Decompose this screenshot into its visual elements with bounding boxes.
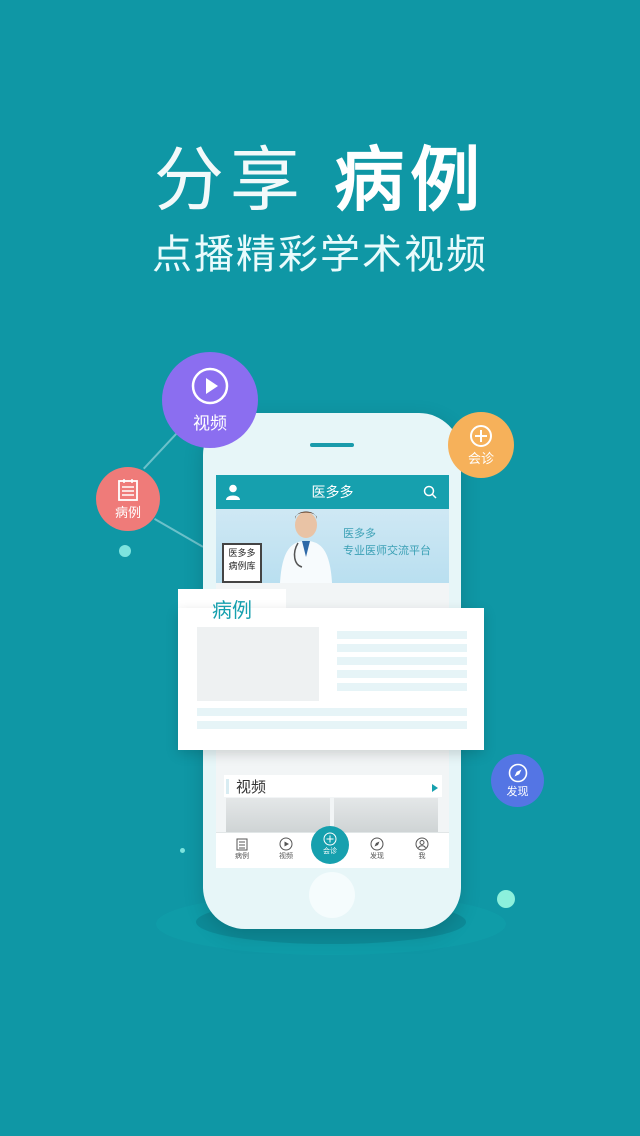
section-marker: [226, 778, 229, 794]
search-icon[interactable]: [423, 485, 437, 499]
consult-bubble-label: 会诊: [467, 451, 494, 467]
banner-slogan: 专业医师交流平台: [343, 544, 431, 557]
tab-me[interactable]: 我: [400, 837, 444, 861]
video-thumbnail[interactable]: [226, 798, 330, 832]
video-bubble[interactable]: 视频: [162, 352, 258, 448]
video-bubble-label: 视频: [193, 413, 227, 434]
video-section-header[interactable]: 视频: [224, 775, 442, 797]
case-card-line: [337, 670, 467, 678]
compass-icon: [370, 837, 384, 851]
tab-discover[interactable]: 发现: [355, 837, 399, 861]
user-icon[interactable]: [226, 484, 240, 500]
case-card-line: [337, 631, 467, 639]
case-card-line: [197, 721, 467, 729]
case-card-title: 病例: [212, 598, 252, 622]
case-card-line: [197, 708, 467, 716]
tab-cases[interactable]: 病例: [220, 837, 264, 861]
hero-title-light: 分享: [153, 139, 306, 221]
cases-bubble[interactable]: 病例: [96, 467, 160, 531]
case-card-line: [337, 657, 467, 665]
hero-title-bold: 病例: [334, 139, 487, 221]
case-card-line: [337, 683, 467, 691]
banner[interactable]: 医多多 病例库 医多多 专业医师交流平台: [216, 509, 449, 583]
tab-label: 视频: [279, 852, 293, 860]
tab-consult[interactable]: 会诊: [311, 826, 349, 864]
decor-dot: [497, 890, 515, 908]
discover-bubble-label: 发现: [506, 784, 529, 798]
phone-home-button[interactable]: [309, 872, 355, 918]
cases-bubble-label: 病例: [114, 505, 141, 521]
connector-line: [154, 518, 204, 548]
decor-dot: [180, 848, 185, 853]
compass-icon: [508, 763, 527, 782]
user-icon: [415, 837, 429, 851]
tab-label: 发现: [370, 852, 384, 860]
doctor-image: [276, 509, 336, 583]
consult-icon: [323, 832, 337, 846]
app-title: 医多多: [311, 485, 354, 501]
notebook-icon: [118, 478, 138, 501]
consult-icon: [470, 424, 492, 447]
play-circle-icon: [191, 367, 229, 404]
video-thumbnail[interactable]: [334, 798, 438, 832]
case-card-line: [337, 644, 467, 652]
banner-sign: 医多多 病例库: [222, 543, 262, 583]
banner-slogan-top: 医多多: [343, 527, 376, 540]
tab-label: 病例: [235, 852, 249, 860]
hero-subtitle: 点播精彩学术视频: [152, 232, 488, 278]
chevron-right-icon[interactable]: [432, 777, 438, 796]
phone-speaker: [310, 443, 354, 447]
tab-video[interactable]: 视频: [264, 837, 308, 861]
consult-bubble[interactable]: 会诊: [448, 412, 514, 478]
notebook-icon: [236, 838, 248, 851]
tab-label: 我: [418, 852, 426, 860]
play-icon: [279, 837, 293, 851]
app-header: 医多多: [216, 475, 449, 509]
decor-dot: [119, 545, 131, 557]
discover-bubble[interactable]: 发现: [491, 754, 544, 807]
video-section-title: 视频: [236, 777, 267, 796]
tab-label: 会诊: [323, 847, 337, 855]
hero-title: 分享 病例: [0, 140, 640, 220]
case-card-thumbnail: [197, 627, 319, 701]
tab-bar: 病例 视频 会诊 发现 我: [216, 826, 449, 868]
